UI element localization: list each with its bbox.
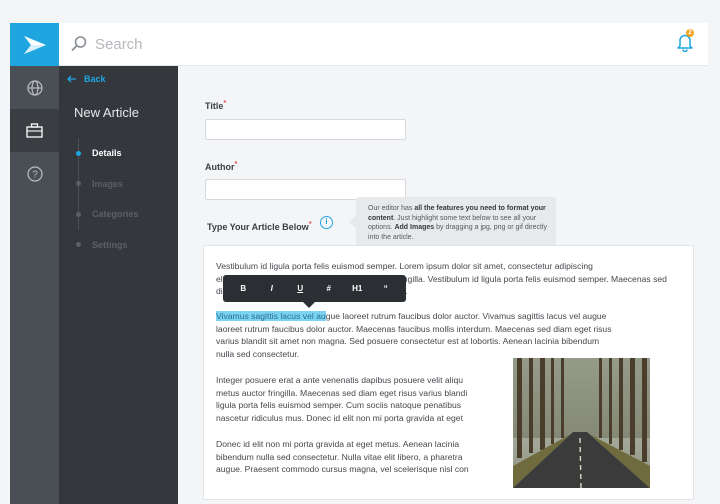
editor-help-tooltip: Our editor has all the features you need… — [349, 197, 556, 247]
step-images[interactable]: Images — [73, 169, 139, 200]
step-categories[interactable]: Categories — [73, 199, 139, 230]
step-dot — [76, 211, 81, 217]
title-label-text: Title — [205, 101, 224, 111]
format-toolbar: B I U # H1 “ — [223, 275, 406, 308]
text-line: Integer posuere erat a ante venenatis da… — [216, 375, 463, 385]
text-line: Vestibulum id ligula porta felis euismod… — [216, 261, 593, 271]
sidebar-title: New Article — [74, 105, 140, 120]
quote-button[interactable]: “ — [376, 284, 396, 293]
author-label: Author* — [205, 159, 237, 172]
notification-badge: 2 — [686, 29, 694, 37]
required-mark: * — [223, 98, 227, 107]
bold-button[interactable]: B — [233, 284, 253, 293]
info-icon[interactable]: i — [320, 216, 333, 229]
search-input[interactable] — [95, 34, 495, 54]
step-label: Images — [92, 178, 124, 189]
rail-globe-button[interactable] — [10, 66, 59, 109]
main-content: Title* Author* Type Your Article Below* … — [178, 66, 708, 504]
text-line: ligula porta felis euismod semper. Cum s… — [216, 400, 462, 411]
step-label: Details — [92, 148, 122, 159]
title-label: Title* — [205, 98, 226, 111]
paragraph-2: Vivamus sagittis lacus vel augue laoreet… — [216, 310, 612, 361]
required-mark: * — [234, 159, 238, 168]
article-label-text: Type Your Article Below — [207, 222, 309, 232]
article-sidebar: Back New Article Details Images Categori… — [59, 66, 178, 504]
svg-text:?: ? — [32, 169, 38, 180]
paragraph-3: Integer posuere erat a ante venenatis da… — [216, 374, 467, 425]
text-line: varius blandit sit amet non magna. Sed p… — [216, 336, 600, 347]
help-icon: ? — [26, 165, 43, 182]
app-logo[interactable] — [10, 23, 59, 66]
steps-list: Details Images Categories Settings — [73, 138, 139, 260]
article-label: Type Your Article Below* — [207, 219, 312, 232]
text-line: Donec id elit non mi porta gravida at eg… — [216, 439, 460, 449]
rail-help-button[interactable]: ? — [10, 152, 59, 195]
step-label: Categories — [92, 209, 139, 220]
top-bar: 2 — [59, 23, 708, 66]
forest-road-image[interactable] — [513, 358, 650, 488]
paragraph-4: Donec id elit non mi porta gravida at eg… — [216, 438, 469, 476]
arrow-left-icon — [67, 75, 76, 83]
globe-icon — [26, 79, 43, 96]
text-line: Vivamus sagittis lacus vel augue laoreet… — [216, 310, 612, 323]
text-line: metus auctor fringilla. Maecenas sed dia… — [216, 387, 468, 398]
underline-button[interactable]: U — [290, 284, 310, 293]
selected-text[interactable]: Vivamus sagittis lacus vel au — [216, 311, 326, 321]
tooltip-bold-2: Add Images — [394, 224, 435, 232]
back-link[interactable]: Back — [67, 74, 106, 84]
author-label-text: Author — [205, 162, 235, 172]
italic-button[interactable]: I — [262, 284, 282, 293]
step-details[interactable]: Details — [73, 138, 139, 169]
title-field[interactable] — [205, 119, 406, 140]
briefcase-icon — [26, 123, 43, 138]
text-line: augue. Praesent commodo cursus magna, ve… — [216, 464, 469, 475]
step-dot — [76, 242, 81, 248]
step-dot — [76, 150, 81, 156]
app-window: ? Back New Article Details Images Catego… — [0, 0, 720, 504]
required-mark: * — [308, 219, 312, 228]
step-settings[interactable]: Settings — [73, 230, 139, 261]
heading-button[interactable]: H1 — [347, 284, 367, 293]
text-line: bibendum nulla sed consectetur. Nulla vi… — [216, 451, 463, 462]
step-dot — [76, 181, 81, 187]
link-button[interactable]: # — [319, 284, 339, 293]
step-label: Settings — [92, 239, 128, 250]
rail-briefcase-button[interactable] — [10, 109, 59, 152]
tooltip-text-1: Our editor has — [368, 205, 415, 212]
text-line: nascetur ridiculus mus. Donec id elit no… — [216, 413, 463, 424]
logo-icon — [23, 35, 46, 54]
text-line: laoreet rutrum faucibus dolor auctor. Ma… — [216, 323, 612, 334]
back-label: Back — [84, 74, 106, 84]
search-icon — [71, 36, 87, 52]
text-fragment: gue laoreet rutrum faucibus dolor auctor… — [325, 311, 607, 321]
